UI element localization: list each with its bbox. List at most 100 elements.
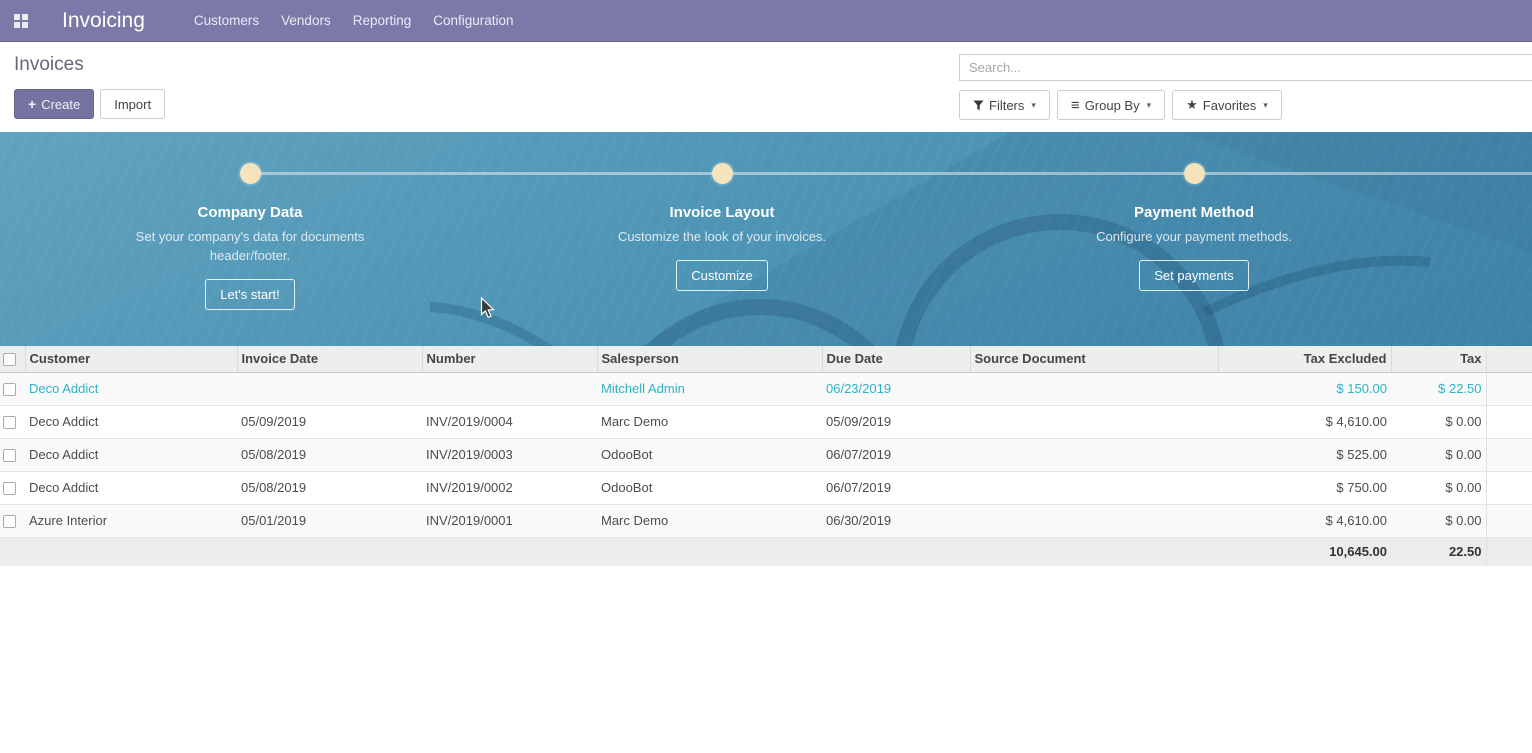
column-header-tax[interactable]: Tax	[1391, 346, 1486, 372]
row-gutter	[1486, 471, 1532, 504]
cell-source-document	[970, 405, 1218, 438]
column-header-number[interactable]: Number	[422, 346, 597, 372]
row-gutter	[1486, 438, 1532, 471]
cell-number	[422, 372, 597, 405]
row-gutter	[1486, 504, 1532, 537]
invoice-row[interactable]: Azure Interior05/01/2019INV/2019/0001Mar…	[0, 504, 1532, 537]
row-gutter	[1486, 405, 1532, 438]
onboarding-step-payment-method: Payment Method Configure your payment me…	[958, 132, 1430, 310]
footer-total-tax: 22.50	[1391, 537, 1486, 566]
cell-customer: Azure Interior	[25, 504, 237, 537]
step-title: Payment Method	[1134, 204, 1254, 221]
column-header-customer[interactable]: Customer	[25, 346, 237, 372]
favorites-button[interactable]: ★ Favorites ▾	[1172, 90, 1282, 120]
select-all-checkbox[interactable]	[3, 353, 16, 366]
menu-vendors[interactable]: Vendors	[270, 1, 342, 40]
menu-configuration[interactable]: Configuration	[422, 1, 524, 40]
row-checkbox[interactable]	[3, 515, 16, 528]
cell-invoice-date: 05/09/2019	[237, 405, 422, 438]
table-footer-row: 10,645.00 22.50	[0, 537, 1532, 566]
column-header-salesperson[interactable]: Salesperson	[597, 346, 822, 372]
column-header-invoice-date[interactable]: Invoice Date	[237, 346, 422, 372]
star-icon: ★	[1186, 97, 1198, 113]
apps-grid-icon[interactable]	[8, 8, 34, 34]
select-all-header	[0, 346, 25, 372]
footer-gutter	[1486, 537, 1532, 566]
cell-customer: Deco Addict	[25, 471, 237, 504]
search-input[interactable]	[959, 54, 1532, 81]
import-button-label: Import	[114, 97, 151, 112]
invoice-row[interactable]: Deco Addict05/08/2019INV/2019/0003OdooBo…	[0, 438, 1532, 471]
cell-number: INV/2019/0001	[422, 504, 597, 537]
cell-salesperson: OdooBot	[597, 471, 822, 504]
create-button-label: Create	[41, 97, 80, 112]
cell-customer: Deco Addict	[25, 372, 237, 405]
customize-button[interactable]: Customize	[676, 260, 767, 291]
progress-dot	[240, 163, 261, 184]
cell-salesperson: OdooBot	[597, 438, 822, 471]
cell-tax: $ 0.00	[1391, 504, 1486, 537]
invoice-row[interactable]: Deco Addict05/09/2019INV/2019/0004Marc D…	[0, 405, 1532, 438]
caret-down-icon: ▾	[1147, 100, 1152, 111]
cell-tax: $ 22.50	[1391, 372, 1486, 405]
invoice-list-table: CustomerInvoice DateNumberSalespersonDue…	[0, 346, 1532, 566]
onboarding-banner: Company Data Set your company's data for…	[0, 132, 1532, 346]
set-payments-button[interactable]: Set payments	[1139, 260, 1249, 291]
caret-down-icon: ▾	[1263, 100, 1268, 111]
filters-button[interactable]: Filters ▾	[959, 90, 1050, 120]
row-checkbox[interactable]	[3, 482, 16, 495]
cell-salesperson: Marc Demo	[597, 504, 822, 537]
group-by-button[interactable]: ≡ Group By ▾	[1057, 90, 1165, 120]
row-checkbox-cell	[0, 471, 25, 504]
caret-down-icon: ▾	[1031, 100, 1036, 111]
menu-reporting[interactable]: Reporting	[342, 1, 423, 40]
import-button[interactable]: Import	[100, 89, 165, 119]
row-checkbox-cell	[0, 438, 25, 471]
row-checkbox-cell	[0, 504, 25, 537]
group-by-button-label: Group By	[1085, 98, 1140, 113]
cell-salesperson: Marc Demo	[597, 405, 822, 438]
filter-funnel-icon	[973, 100, 984, 111]
footer-total-tax-excluded: 10,645.00	[1218, 537, 1391, 566]
header-gutter	[1486, 346, 1532, 372]
cell-due-date: 06/07/2019	[822, 438, 970, 471]
cell-tax-excluded: $ 750.00	[1218, 471, 1391, 504]
cell-tax-excluded: $ 525.00	[1218, 438, 1391, 471]
favorites-button-label: Favorites	[1203, 98, 1256, 113]
plus-icon: +	[28, 96, 36, 112]
navbar-menu: Customers Vendors Reporting Configuratio…	[183, 1, 525, 40]
step-title: Company Data	[197, 204, 302, 221]
invoice-row[interactable]: Deco Addict Mitchell Admin06/23/2019 $ 150…	[0, 372, 1532, 405]
footer-spacer	[0, 537, 1218, 566]
column-header-tax-excluded[interactable]: Tax Excluded	[1218, 346, 1391, 372]
group-by-icon: ≡	[1071, 98, 1080, 113]
cell-invoice-date: 05/08/2019	[237, 471, 422, 504]
cell-number: INV/2019/0004	[422, 405, 597, 438]
apps-grid-icon-glyph	[14, 14, 28, 28]
step-description: Customize the look of your invoices.	[602, 228, 842, 247]
invoice-row[interactable]: Deco Addict05/08/2019INV/2019/0002OdooBo…	[0, 471, 1532, 504]
onboarding-step-invoice-layout: Invoice Layout Customize the look of you…	[486, 132, 958, 310]
column-header-due-date[interactable]: Due Date	[822, 346, 970, 372]
control-panel: Invoices + Create Import Filters ▾ ≡ Gro…	[0, 42, 1532, 132]
menu-customers[interactable]: Customers	[183, 1, 270, 40]
lets-start-button[interactable]: Let's start!	[205, 279, 295, 310]
cell-due-date: 06/23/2019	[822, 372, 970, 405]
step-title: Invoice Layout	[669, 204, 774, 221]
column-header-source-document[interactable]: Source Document	[970, 346, 1218, 372]
row-checkbox[interactable]	[3, 383, 16, 396]
progress-dot	[712, 163, 733, 184]
row-checkbox-cell	[0, 372, 25, 405]
page-title: Invoices	[14, 54, 165, 76]
cell-tax: $ 0.00	[1391, 405, 1486, 438]
cell-salesperson: Mitchell Admin	[597, 372, 822, 405]
cell-tax-excluded: $ 150.00	[1218, 372, 1391, 405]
row-checkbox-cell	[0, 405, 25, 438]
cell-invoice-date	[237, 372, 422, 405]
cell-tax: $ 0.00	[1391, 438, 1486, 471]
row-checkbox[interactable]	[3, 449, 16, 462]
app-name[interactable]: Invoicing	[62, 9, 145, 33]
onboarding-step-company-data: Company Data Set your company's data for…	[14, 132, 486, 310]
row-checkbox[interactable]	[3, 416, 16, 429]
create-button[interactable]: + Create	[14, 89, 94, 119]
